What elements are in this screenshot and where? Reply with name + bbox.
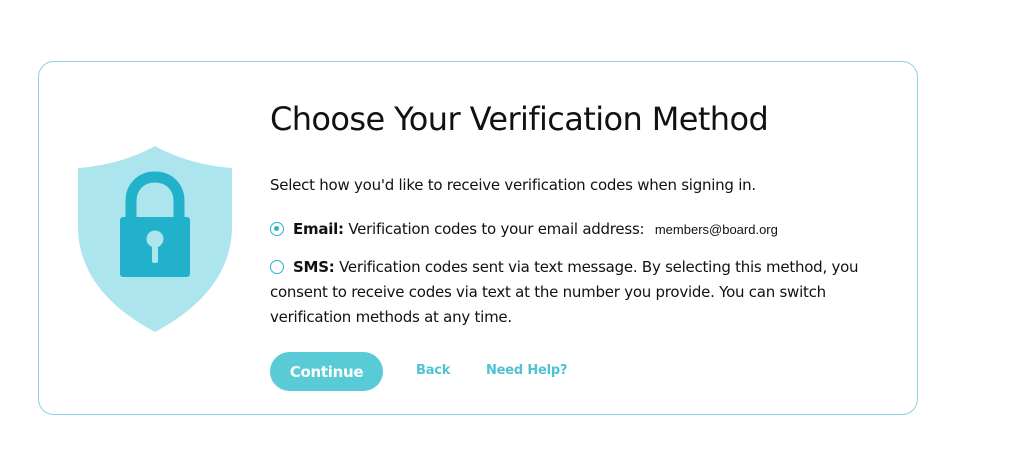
email-option-name: Email:: [293, 220, 344, 238]
sms-option-description: Verification codes sent via text message…: [270, 258, 859, 326]
subtitle-text: Select how you'd like to receive verific…: [270, 176, 756, 194]
continue-button[interactable]: Continue: [270, 352, 383, 391]
back-link[interactable]: Back: [416, 363, 450, 378]
sms-radio[interactable]: [270, 260, 284, 274]
email-radio[interactable]: [270, 222, 284, 236]
email-option[interactable]: Email: Verification codes to your email …: [270, 217, 778, 242]
need-help-link[interactable]: Need Help?: [486, 363, 568, 378]
sms-option-name: SMS:: [293, 258, 335, 276]
sms-option[interactable]: SMS: Verification codes sent via text me…: [270, 255, 890, 330]
shield-lock-icon: [78, 146, 232, 332]
email-option-description: Verification codes to your email address…: [348, 220, 645, 238]
page-title: Choose Your Verification Method: [270, 100, 769, 138]
email-address: members@board.org: [654, 222, 778, 237]
